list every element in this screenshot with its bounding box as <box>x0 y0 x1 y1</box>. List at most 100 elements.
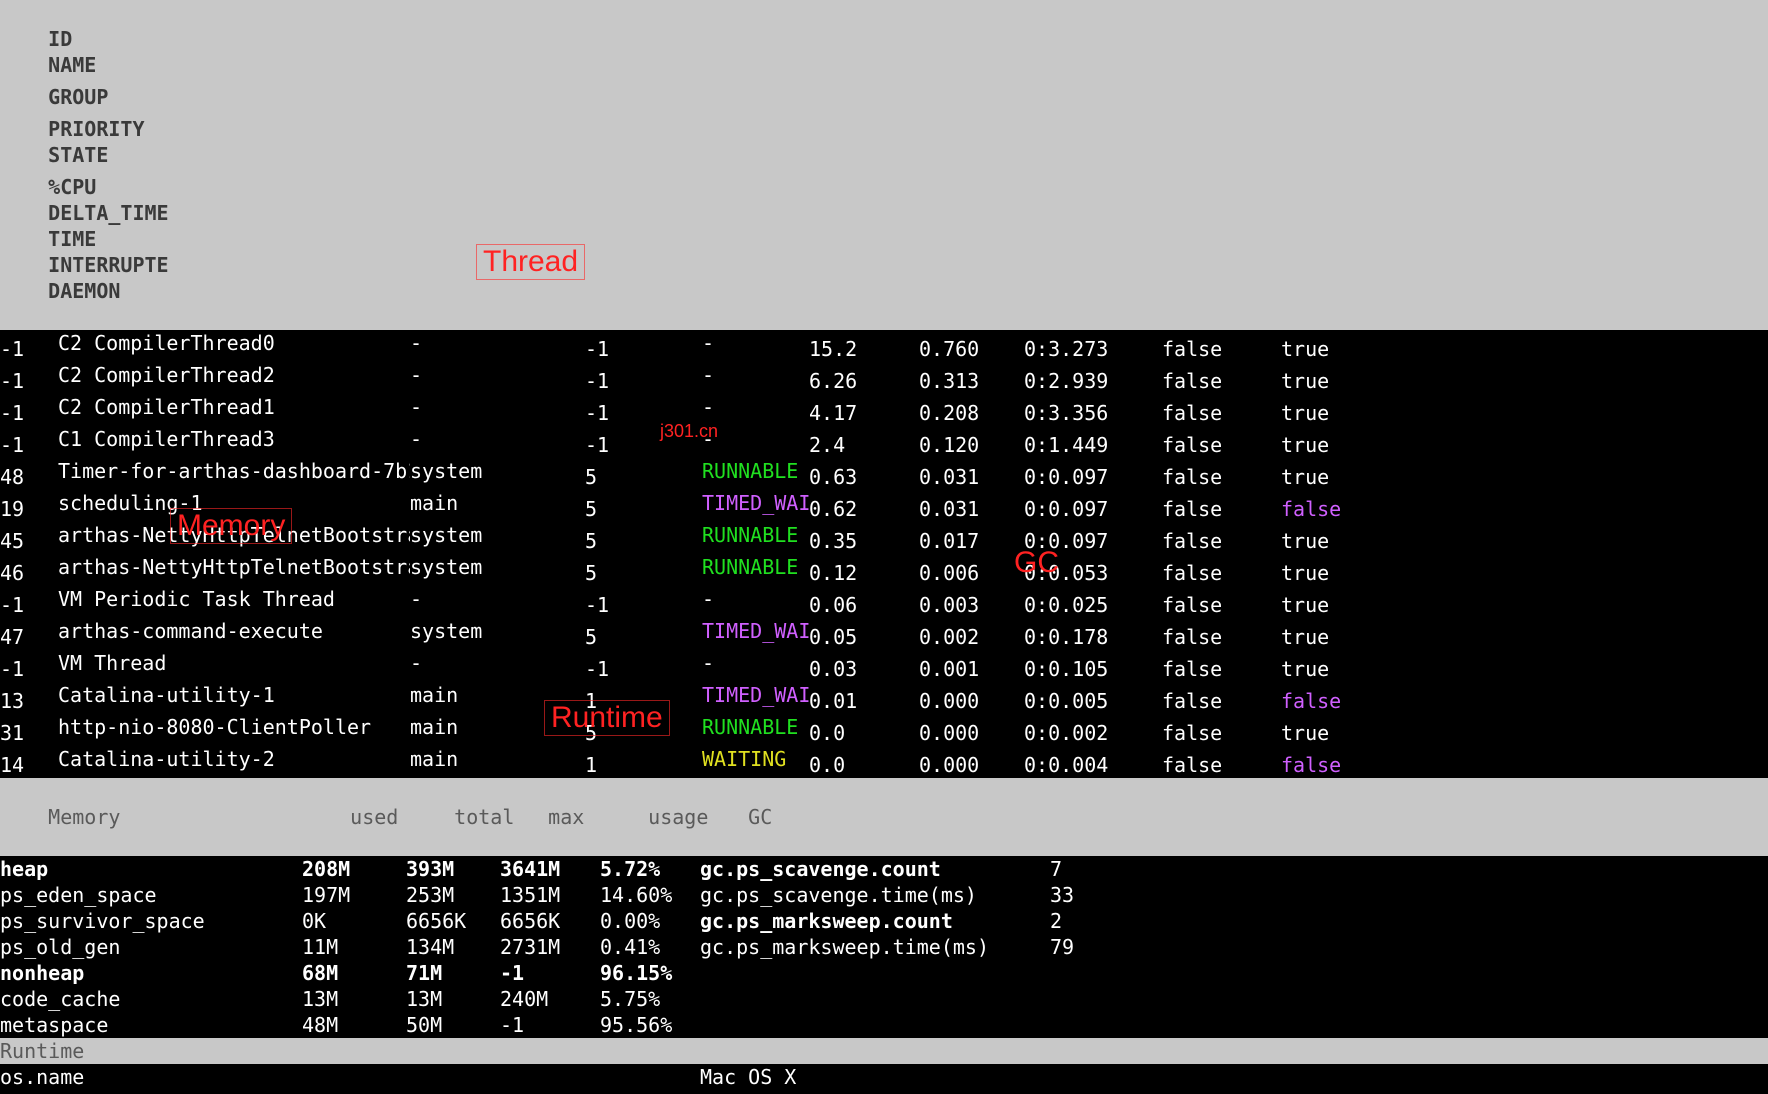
cell-state: TIMED_WAI <box>702 682 809 708</box>
mem-usage: 95.56% <box>600 1012 700 1038</box>
table-row: 31http-nio-8080-ClientPollermain5RUNNABL… <box>0 714 1768 746</box>
cell-daemon: false <box>1281 688 1361 714</box>
cell-cpu: 0.0 <box>809 720 919 746</box>
cell-interrupt: false <box>1162 720 1281 746</box>
cell-delta: 0.000 <box>919 752 1024 778</box>
cell-id: -1 <box>0 336 58 362</box>
cell-id: 14 <box>0 752 58 778</box>
cell-interrupt: false <box>1162 400 1281 426</box>
mem-key: heap <box>0 856 302 882</box>
col-used: used <box>350 804 454 830</box>
cell-state: WAITING <box>702 746 809 772</box>
mem-key: metaspace <box>0 1012 302 1038</box>
cell-name: Timer-for-arthas-dashboard-7b1 <box>58 458 410 484</box>
cell-state: RUNNABLE <box>702 554 809 580</box>
memory-row: code_cache13M13M240M5.75% <box>0 986 1768 1012</box>
cell-id: -1 <box>0 592 58 618</box>
cell-group: main <box>410 490 585 516</box>
cell-priority: 5 <box>585 624 702 650</box>
cell-time: 0:0.097 <box>1024 496 1162 522</box>
cell-priority: 5 <box>585 560 702 586</box>
cell-cpu: 0.03 <box>809 656 919 682</box>
watermark: j301.cn <box>660 418 718 444</box>
cell-id: 13 <box>0 688 58 714</box>
runtime-header: Runtime <box>0 1038 1768 1064</box>
annotation-memory: Memory <box>170 508 292 544</box>
cell-group: - <box>410 362 585 388</box>
thread-table: -1C2 CompilerThread0--1-15.20.7600:3.273… <box>0 330 1768 778</box>
mem-max: -1 <box>500 960 600 986</box>
mem-used: 13M <box>302 986 406 1012</box>
cell-delta: 0.208 <box>919 400 1024 426</box>
cell-group: - <box>410 650 585 676</box>
memory-title: Memory <box>48 804 350 830</box>
cell-name: Catalina-utility-1 <box>58 682 410 708</box>
cell-delta: 0.031 <box>919 496 1024 522</box>
col-state: STATE <box>48 142 155 168</box>
mem-used: 0K <box>302 908 406 934</box>
cell-name: http-nio-8080-ClientPoller <box>58 714 410 740</box>
col-cpu: %CPU <box>48 174 158 200</box>
gc-val: 2 <box>1050 908 1062 934</box>
gc-key: gc.ps_marksweep.count <box>700 908 1050 934</box>
cell-id: 19 <box>0 496 58 522</box>
cell-delta: 0.000 <box>919 688 1024 714</box>
cell-group: system <box>410 458 585 484</box>
cell-cpu: 0.0 <box>809 752 919 778</box>
cell-id: 31 <box>0 720 58 746</box>
cell-priority: 5 <box>585 496 702 522</box>
mem-used: 208M <box>302 856 406 882</box>
mem-key: ps_old_gen <box>0 934 302 960</box>
mem-total: 71M <box>406 960 500 986</box>
cell-state: RUNNABLE <box>702 458 809 484</box>
mem-key: ps_survivor_space <box>0 908 302 934</box>
cell-state: - <box>702 586 809 612</box>
cell-daemon: true <box>1281 368 1361 394</box>
memory-row: nonheap68M71M-196.15% <box>0 960 1768 986</box>
col-max: max <box>548 804 648 830</box>
runtime-row: os.nameMac OS X <box>0 1064 1768 1090</box>
gc-key: gc.ps_marksweep.time(ms) <box>700 934 1050 960</box>
cell-id: -1 <box>0 432 58 458</box>
table-row: -1VM Periodic Task Thread--1-0.060.0030:… <box>0 586 1768 618</box>
cell-name: arthas-command-execute <box>58 618 410 644</box>
col-id: ID <box>48 26 106 52</box>
cell-interrupt: false <box>1162 592 1281 618</box>
mem-max: 1351M <box>500 882 600 908</box>
cell-state: - <box>702 362 809 388</box>
runtime-key: os.version <box>0 1090 700 1094</box>
cell-cpu: 2.4 <box>809 432 919 458</box>
cell-name: arthas-NettyHttpTelnetBootstra <box>58 554 410 580</box>
cell-cpu: 0.01 <box>809 688 919 714</box>
cell-priority: -1 <box>585 592 702 618</box>
cell-id: 48 <box>0 464 58 490</box>
cell-time: 0:0.097 <box>1024 464 1162 490</box>
mem-used: 11M <box>302 934 406 960</box>
cell-cpu: 0.06 <box>809 592 919 618</box>
cell-daemon: true <box>1281 592 1361 618</box>
annotation-thread: Thread <box>476 244 585 280</box>
cell-time: 0:0.004 <box>1024 752 1162 778</box>
table-row: -1C2 CompilerThread1--1-4.170.2080:3.356… <box>0 394 1768 426</box>
mem-total: 13M <box>406 986 500 1012</box>
cell-priority: -1 <box>585 336 702 362</box>
annotation-runtime: Runtime <box>544 700 670 736</box>
cell-interrupt: false <box>1162 560 1281 586</box>
mem-usage: 5.75% <box>600 986 700 1012</box>
cell-group: system <box>410 554 585 580</box>
cell-cpu: 15.2 <box>809 336 919 362</box>
mem-max: 240M <box>500 986 600 1012</box>
cell-delta: 0.760 <box>919 336 1024 362</box>
cell-interrupt: false <box>1162 752 1281 778</box>
col-daemon: DAEMON <box>48 278 128 304</box>
table-row: -1C2 CompilerThread2--1-6.260.3130:2.939… <box>0 362 1768 394</box>
cell-priority: 1 <box>585 752 702 778</box>
cell-name: VM Thread <box>58 650 410 676</box>
cell-id: 46 <box>0 560 58 586</box>
col-usage: usage <box>648 804 748 830</box>
cell-time: 0:0.005 <box>1024 688 1162 714</box>
cell-name: C2 CompilerThread2 <box>58 362 410 388</box>
cell-name: C1 CompilerThread3 <box>58 426 410 452</box>
table-row: 14Catalina-utility-2main1WAITING0.00.000… <box>0 746 1768 778</box>
cell-state: - <box>702 650 809 676</box>
